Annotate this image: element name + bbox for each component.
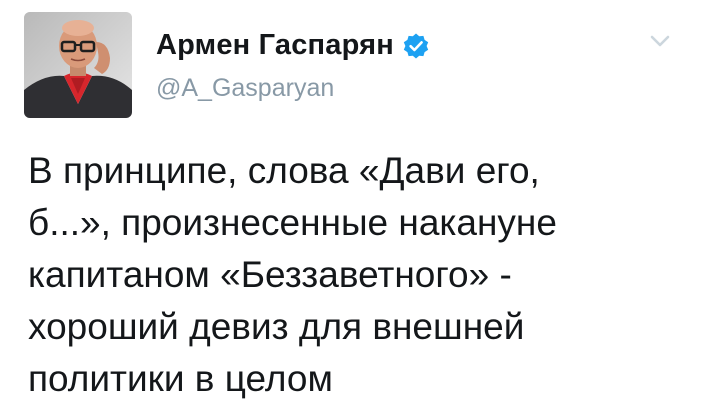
chevron-down-icon[interactable] (649, 33, 671, 49)
tweet-text-line: хороший девиз для внешней (28, 306, 525, 347)
tweet-text: В принципе, слова «Дави его, б...», прои… (28, 145, 688, 405)
name-row: Армен Гаспарян (156, 26, 660, 64)
author-handle[interactable]: @A_Gasparyan (156, 74, 660, 103)
author-avatar[interactable] (24, 12, 132, 118)
tweet-card: Армен Гаспарян @A_Gasparyan В принципе, … (0, 0, 720, 420)
verified-badge-icon (402, 32, 430, 60)
author-display-name[interactable]: Армен Гаспарян (156, 29, 394, 62)
tweet-text-line: б...», произнесенные накануне (28, 202, 557, 243)
tweet-text-line: политики в целом (28, 358, 333, 399)
avatar-photo (24, 12, 132, 118)
tweet-text-line: В принципе, слова «Дави его, (28, 150, 540, 191)
tweet-header: Армен Гаспарян @A_Gasparyan (156, 26, 660, 103)
tweet-text-line: капитаном «Беззаветного» - (28, 254, 512, 295)
